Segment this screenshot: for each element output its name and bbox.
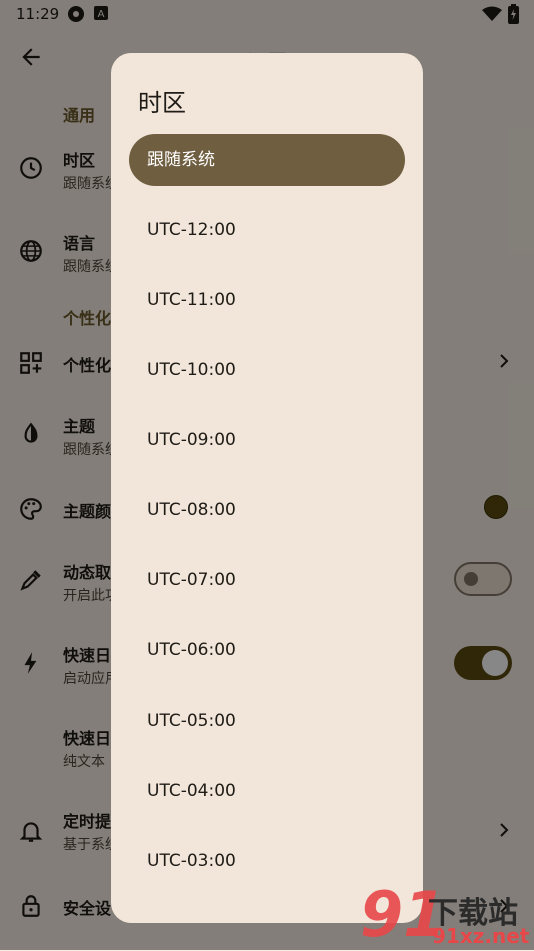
option-utc-minus-06[interactable]: UTC-06:00 xyxy=(129,624,405,676)
dialog-title: 时区 xyxy=(138,89,186,117)
option-utc-minus-05[interactable]: UTC-05:00 xyxy=(129,695,405,747)
watermark-en: 91xz.net xyxy=(432,924,530,948)
option-utc-minus-11[interactable]: UTC-11:00 xyxy=(129,274,405,326)
option-utc-minus-10[interactable]: UTC-10:00 xyxy=(129,344,405,396)
option-utc-minus-08[interactable]: UTC-08:00 xyxy=(129,484,405,536)
option-utc-minus-04[interactable]: UTC-04:00 xyxy=(129,765,405,817)
timezone-dialog: 时区 跟随系统 UTC-12:00 UTC-11:00 UTC-10:00 UT… xyxy=(111,53,423,923)
option-follow-system[interactable]: 跟随系统 xyxy=(129,134,405,186)
watermark: 91 下载站 91xz.net xyxy=(360,884,534,950)
option-utc-minus-09[interactable]: UTC-09:00 xyxy=(129,414,405,466)
option-utc-minus-12[interactable]: UTC-12:00 xyxy=(129,204,405,256)
option-utc-minus-07[interactable]: UTC-07:00 xyxy=(129,554,405,606)
